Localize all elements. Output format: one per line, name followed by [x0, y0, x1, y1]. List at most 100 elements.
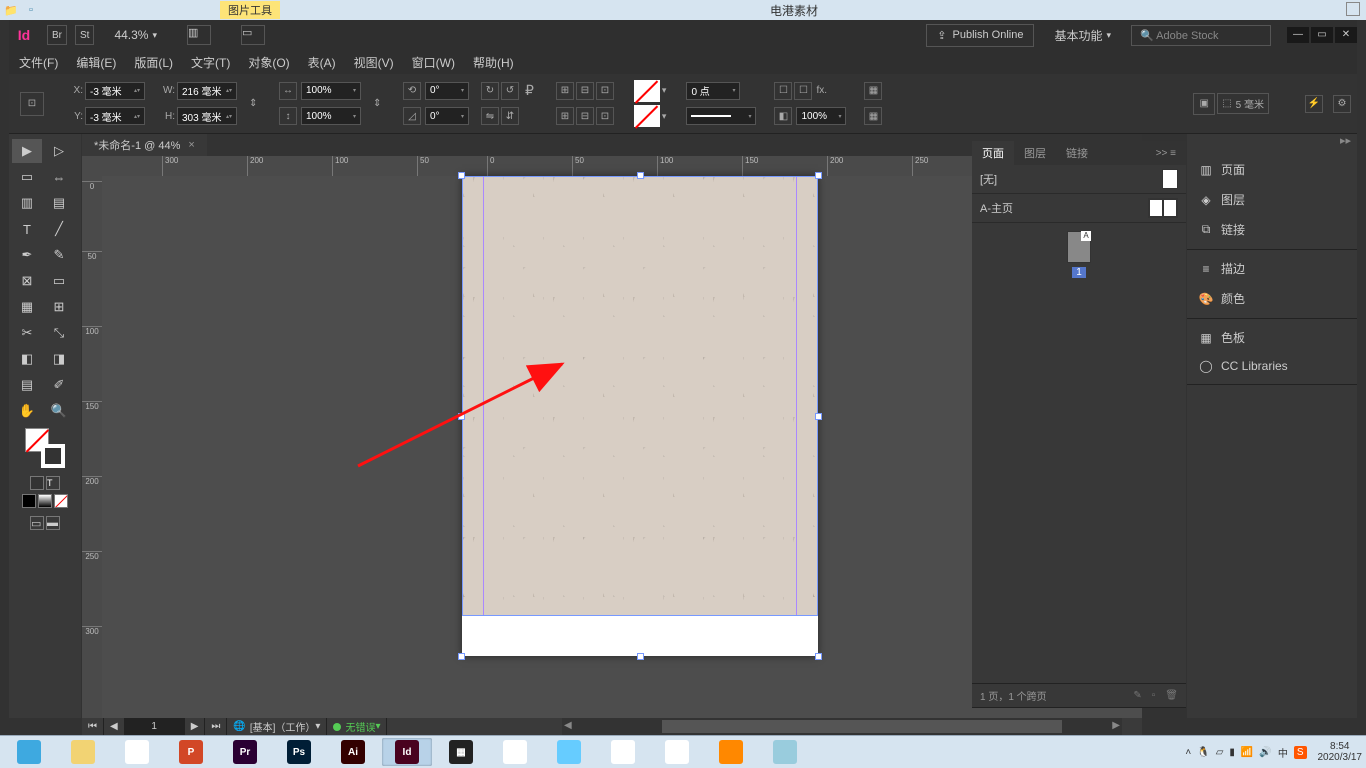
adobe-stock-search[interactable]: 🔍 Adobe Stock [1131, 25, 1271, 46]
screen-mode-icon[interactable]: ▭ [241, 25, 265, 45]
publish-online-button[interactable]: ⇪Publish Online [926, 24, 1034, 47]
type-tool[interactable]: T [12, 217, 42, 241]
note-tool[interactable]: ▤ [12, 373, 42, 397]
side-layers[interactable]: ◈图层 [1187, 185, 1357, 215]
align-icon-4[interactable]: ⊞ [556, 107, 574, 125]
constrain-icon[interactable]: ⇕ [249, 98, 267, 109]
rectangle-tool[interactable]: ▭ [44, 269, 74, 293]
horizontal-scrollbar[interactable]: ◀ ▶ [562, 718, 1122, 735]
gap-tool[interactable]: ⇔ [44, 165, 74, 189]
reference-point-icon[interactable]: ⊡ [20, 92, 44, 116]
taskbar-app-indesign[interactable]: Id [382, 738, 432, 766]
grid-tool[interactable]: ⊞ [44, 295, 74, 319]
layers-tab[interactable]: 图层 [1014, 141, 1056, 165]
content-placer-tool[interactable]: ▤ [44, 191, 74, 215]
tray-wifi-icon[interactable]: 📶 [1241, 747, 1253, 758]
taskbar-app-photoshop[interactable]: Ps [274, 738, 324, 766]
side-stroke[interactable]: ≡描边 [1187, 254, 1357, 284]
rotate-cw-icon[interactable]: ↻ [481, 82, 499, 100]
table-tool[interactable]: ▦ [12, 295, 42, 319]
stock-button[interactable]: St [75, 25, 94, 45]
gradient-feather-tool[interactable]: ◨ [44, 347, 74, 371]
rotate-ccw-icon[interactable]: ↺ [501, 82, 519, 100]
selection-handle[interactable] [458, 653, 465, 660]
free-transform-tool[interactable]: ⤡ [44, 321, 74, 345]
page-spread[interactable] [462, 176, 818, 656]
taskbar-clock[interactable]: 8:54 2020/3/17 [1318, 741, 1363, 763]
taskbar-app-app3[interactable] [544, 738, 594, 766]
menu-edit[interactable]: 编辑(E) [76, 54, 116, 71]
delete-page-icon[interactable]: 🗑 [1165, 690, 1178, 701]
selection-handle[interactable] [458, 413, 465, 420]
maximize-button[interactable]: ▭ [1311, 27, 1333, 43]
align-icon-6[interactable]: ⊡ [596, 107, 614, 125]
page-1-thumb[interactable]: A [1067, 231, 1091, 263]
tray-volume-icon[interactable]: 🔊 [1259, 747, 1271, 758]
taskbar-app-wechat[interactable] [112, 738, 162, 766]
menu-object[interactable]: 对象(O) [248, 54, 289, 71]
selection-tool[interactable]: ▶ [12, 139, 42, 163]
pen-tool[interactable]: ✒ [12, 243, 42, 267]
page-tool[interactable]: ▭ [12, 165, 42, 189]
selection-handle[interactable] [815, 172, 822, 179]
image-tools-tab[interactable]: 图片工具 [220, 1, 280, 19]
taskbar-app-app2[interactable] [490, 738, 540, 766]
taskbar-app-browser[interactable] [4, 738, 54, 766]
edit-page-icon[interactable]: ✎ [1133, 690, 1141, 701]
h-field[interactable]: 303 毫米▴▾ [177, 107, 237, 125]
placed-image-frame[interactable] [462, 176, 818, 616]
selection-handle[interactable] [815, 653, 822, 660]
taskbar-app-powerpoint[interactable]: P [166, 738, 216, 766]
taskbar-app-qq[interactable] [598, 738, 648, 766]
pages-tab[interactable]: 页面 [972, 141, 1014, 165]
direct-selection-tool[interactable]: ▷ [44, 139, 74, 163]
minimize-button[interactable]: — [1287, 27, 1309, 43]
page-1-number[interactable]: 1 [1072, 267, 1086, 278]
crop-amount[interactable]: ⬚ 5 毫米 [1217, 93, 1269, 114]
align-icon-5[interactable]: ⊟ [576, 107, 594, 125]
align-icon-3[interactable]: ⊡ [596, 82, 614, 100]
effects-icon-2[interactable]: ☐ [794, 82, 812, 100]
links-tab[interactable]: 链接 [1056, 141, 1098, 165]
first-page-btn[interactable]: ⏮ [82, 718, 104, 735]
preview-view-icon[interactable]: ▬ [46, 516, 60, 530]
textwrap-icon-1[interactable]: ▦ [864, 82, 882, 100]
side-links[interactable]: ⧉链接 [1187, 215, 1357, 245]
taskbar-app-firefox[interactable] [706, 738, 756, 766]
normal-view-icon[interactable]: ▭ [30, 516, 44, 530]
taskbar-app-premiere[interactable]: Pr [220, 738, 270, 766]
y-field[interactable]: -3 毫米▴▾ [85, 107, 145, 125]
stroke-style[interactable]: ▾ [686, 107, 756, 125]
taskbar-app-media[interactable]: ▦ [436, 738, 486, 766]
none-swatch[interactable] [54, 494, 68, 508]
align-icon-1[interactable]: ⊞ [556, 82, 574, 100]
menu-table[interactable]: 表(A) [308, 54, 336, 71]
tray-shield-icon[interactable]: ▱ [1216, 747, 1224, 758]
pencil-tool[interactable]: ✎ [44, 243, 74, 267]
taskbar-app-notes[interactable] [760, 738, 810, 766]
selection-handle[interactable] [637, 653, 644, 660]
selection-handle[interactable] [815, 413, 822, 420]
ruler-origin[interactable] [82, 156, 102, 176]
scissors-tool[interactable]: ✂ [12, 321, 42, 345]
master-a-row[interactable]: A-主页 [972, 194, 1186, 223]
vertical-ruler[interactable]: 0 50 100 150 200 250 300 [82, 176, 102, 718]
settings-icon[interactable]: ⚙ [1333, 95, 1351, 113]
tray-battery-icon[interactable]: ▮ [1229, 747, 1235, 758]
apply-color-icon[interactable] [30, 476, 44, 490]
rectangle-frame-tool[interactable]: ⊠ [12, 269, 42, 293]
stroke-swatch[interactable] [634, 105, 660, 127]
flip-h-icon[interactable]: ⇋ [481, 107, 499, 125]
taskbar-app-illustrator[interactable]: Ai [328, 738, 378, 766]
scale-y[interactable]: 100%▾ [301, 107, 361, 125]
document-tab[interactable]: *未命名-1 @ 44%× [82, 134, 207, 156]
scrollbar-thumb[interactable] [662, 720, 1062, 733]
frame-fit-icon[interactable]: ▣ [1193, 93, 1215, 115]
close-tab-icon[interactable]: × [188, 139, 194, 151]
arrange-docs-icon[interactable]: ▥ [187, 25, 211, 45]
effects-icon-1[interactable]: ☐ [774, 82, 792, 100]
menu-layout[interactable]: 版面(L) [134, 54, 173, 71]
side-cc-libraries[interactable]: ◯CC Libraries [1187, 353, 1357, 380]
black-swatch[interactable] [22, 494, 36, 508]
bridge-button[interactable]: Br [47, 25, 67, 45]
